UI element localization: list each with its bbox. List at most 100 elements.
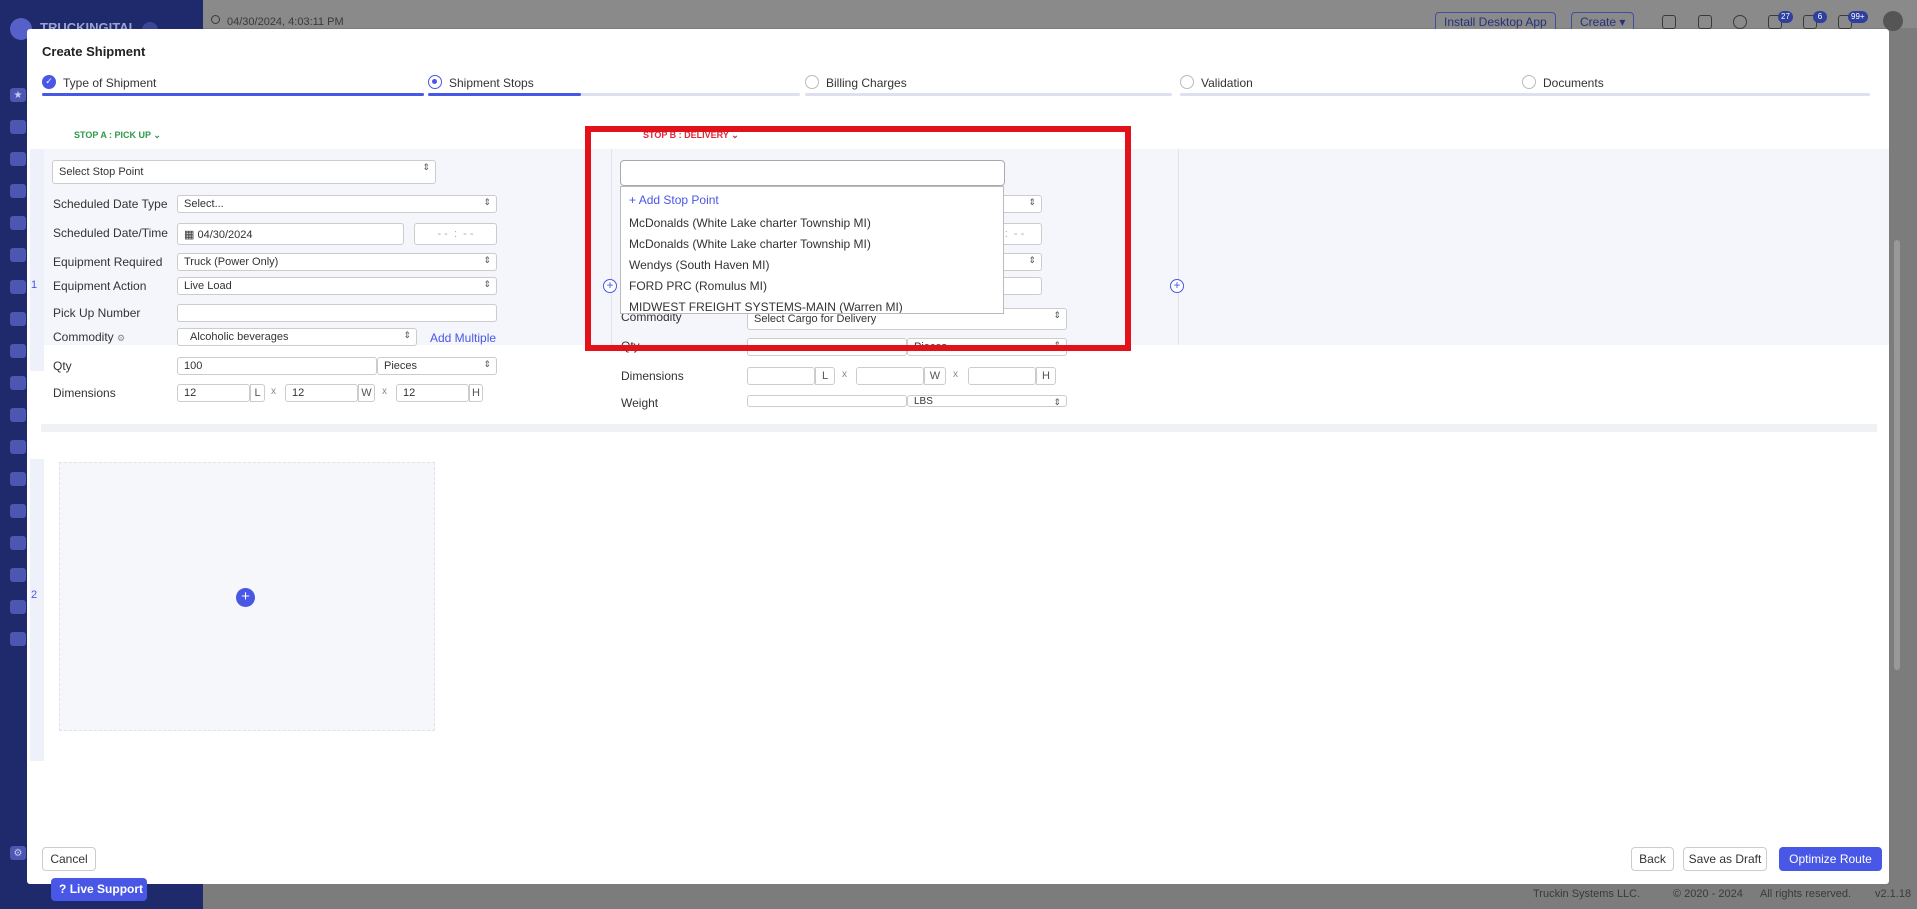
times-sign: x [842, 369, 847, 380]
stop-b-dimensions-label: Dimensions [621, 369, 684, 383]
check-icon: ✓ [42, 75, 56, 89]
shield-icon[interactable] [10, 312, 26, 326]
live-support-button[interactable]: ? Live Support [51, 878, 147, 901]
unit-l: L [815, 367, 835, 385]
time-input[interactable]: - - : - - [414, 223, 497, 245]
dispatch-icon[interactable] [10, 152, 26, 166]
stop-option[interactable]: Wendys (South Haven MI) [629, 258, 770, 272]
app-topbar: 04/30/2024, 4:03:11 PM Install Desktop A… [203, 0, 1917, 32]
equipment-select[interactable]: Truck (Power Only) [177, 253, 497, 271]
dashboard-icon[interactable] [10, 120, 26, 134]
step-shipment-stops[interactable]: Shipment Stops [413, 73, 800, 97]
live-support-label: Live Support [69, 882, 144, 896]
step-type-of-shipment[interactable]: ✓ Type of Shipment [27, 73, 424, 97]
step-label: Type of Shipment [63, 76, 157, 90]
stop-b-dim-width-input[interactable] [856, 367, 924, 385]
back-button[interactable]: Back [1631, 847, 1674, 871]
chart-icon[interactable] [10, 600, 26, 614]
stop-option[interactable]: McDonalds (White Lake charter Township M… [629, 216, 871, 230]
stop-option[interactable]: McDonalds (White Lake charter Township M… [629, 237, 871, 251]
horizontal-scrollbar[interactable] [41, 424, 1877, 432]
add-multiple-link[interactable]: Add Multiple [430, 331, 496, 345]
stop-point-search-input[interactable] [620, 160, 1005, 186]
settings-icon[interactable]: ⚙ [10, 846, 26, 860]
money-icon[interactable] [10, 408, 26, 422]
date-time-label: Scheduled Date/Time [53, 226, 168, 240]
unit-l: L [250, 384, 265, 402]
stop-point-dropdown: + Add Stop Point McDonalds (White Lake c… [620, 186, 1004, 314]
dim-height-input[interactable]: 12 [396, 384, 469, 402]
time-separator: : [453, 228, 458, 240]
avatar[interactable] [1883, 11, 1903, 31]
row-index: 2 [31, 589, 38, 601]
stop-b-weight-input[interactable] [747, 395, 907, 407]
stop-option[interactable]: FORD PRC (Romulus MI) [629, 279, 767, 293]
step-documents[interactable]: Documents [1507, 73, 1870, 97]
unit-w: W [924, 367, 946, 385]
commodity-label: Commodity ⚙ [53, 330, 125, 344]
fleet-icon[interactable] [10, 280, 26, 294]
add-stop-icon[interactable]: + [236, 588, 255, 607]
commodity-label-text: Commodity [53, 330, 114, 344]
time-hours: - - [437, 228, 448, 240]
users-icon[interactable] [10, 376, 26, 390]
date-type-select[interactable]: Select... [177, 195, 497, 213]
times-sign: x [953, 369, 958, 380]
routes-icon[interactable] [10, 216, 26, 230]
pickup-number-label: Pick Up Number [53, 306, 141, 320]
pickup-number-input[interactable] [177, 304, 497, 322]
dim-width-input[interactable]: 12 [285, 384, 358, 402]
stop-b-dim-length-input[interactable] [747, 367, 815, 385]
qty-label: Qty [53, 359, 72, 373]
dim-length-input[interactable]: 12 [177, 384, 250, 402]
unit-w: W [358, 384, 375, 402]
qty-unit-select[interactable]: Pieces [377, 357, 497, 375]
clock-icon [211, 15, 220, 24]
create-button-label: Create [1580, 15, 1617, 29]
calendar-icon: ▦ [184, 229, 195, 241]
row-index: 1 [31, 279, 38, 291]
chat-badge: 6 [1813, 11, 1827, 23]
truck-icon[interactable] [10, 248, 26, 262]
fuel-icon[interactable] [10, 568, 26, 582]
location-icon[interactable] [10, 344, 26, 358]
unit-h: H [469, 384, 483, 402]
book-icon[interactable] [10, 472, 26, 486]
add-stop-icon[interactable]: + [1170, 279, 1184, 293]
gear-icon[interactable]: ⚙ [117, 333, 125, 343]
commodity-select[interactable]: Alcoholic beverages [177, 328, 417, 346]
equipment-label: Equipment Required [53, 255, 163, 269]
report-icon[interactable] [10, 504, 26, 518]
cancel-button[interactable]: Cancel [42, 847, 96, 871]
step-label: Validation [1201, 76, 1253, 90]
qty-input[interactable]: 100 [177, 357, 377, 375]
stop-a-point-select[interactable]: Select Stop Point [52, 160, 436, 184]
optimize-route-button[interactable]: Optimize Route [1779, 847, 1882, 871]
stop-b-dim-height-input[interactable] [968, 367, 1036, 385]
page-scrollbar[interactable] [1894, 240, 1900, 670]
date-input[interactable]: ▦ 04/30/2024 [177, 223, 404, 245]
step-label: Documents [1543, 76, 1604, 90]
row-gutter [30, 459, 44, 761]
step-billing-charges[interactable]: Billing Charges [790, 73, 1172, 97]
add-stop-point-option[interactable]: + Add Stop Point [629, 193, 719, 207]
box-icon[interactable] [1662, 15, 1676, 29]
tools-icon[interactable] [10, 536, 26, 550]
stop-a-header[interactable]: STOP A : PICK UP ⌄ [74, 130, 161, 141]
card-icon[interactable] [10, 440, 26, 454]
chevron-down-icon: ⌄ [153, 130, 161, 140]
stop-option[interactable]: MIDWEST FREIGHT SYSTEMS-MAIN (Warren MI) [629, 300, 903, 313]
dollar-icon[interactable] [1733, 15, 1747, 29]
star-icon[interactable]: ★ [10, 88, 26, 102]
ticket-icon[interactable] [10, 632, 26, 646]
stop-b-weight-unit-select[interactable]: LBS [907, 395, 1067, 407]
topbar-datetime: 04/30/2024, 4:03:11 PM [227, 16, 344, 28]
footer-version: v2.1.18 [1875, 888, 1912, 900]
list-icon[interactable] [1698, 15, 1712, 29]
documents-icon[interactable] [10, 184, 26, 198]
plus-icon: + [629, 193, 637, 207]
modal-title: Create Shipment [42, 44, 146, 59]
save-draft-button[interactable]: Save as Draft [1683, 847, 1767, 871]
action-select[interactable]: Live Load [177, 277, 497, 295]
step-validation[interactable]: Validation [1165, 73, 1545, 97]
